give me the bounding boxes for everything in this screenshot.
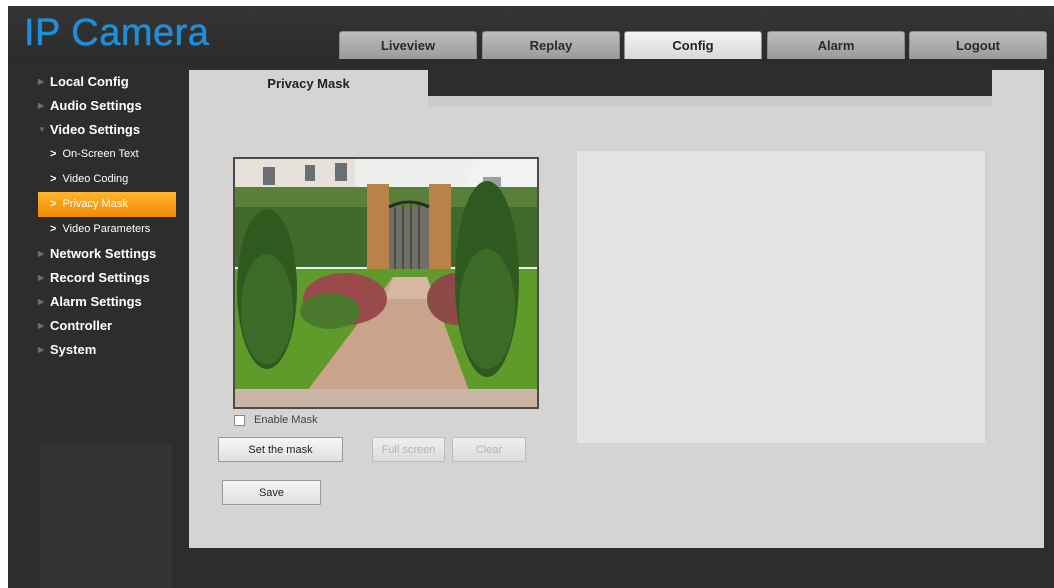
sidebar-item-label: Audio Settings [50, 98, 142, 113]
chevron-right-icon: > [50, 223, 57, 235]
tab-logout[interactable]: Logout [909, 31, 1047, 59]
tab-config[interactable]: Config [624, 31, 762, 59]
sidebar-bottom-panel [40, 444, 172, 588]
content-tab-strip-end [992, 70, 1044, 96]
sidebar-item-record-settings[interactable]: ▶ Record Settings [8, 266, 188, 290]
sidebar-subitem-label: On-Screen Text [62, 148, 139, 160]
enable-mask-row: Enable Mask [234, 414, 318, 426]
triangle-right-icon: ▶ [38, 345, 45, 354]
tab-alarm[interactable]: Alarm [767, 31, 905, 59]
tab-privacy-mask[interactable]: Privacy Mask [189, 70, 428, 96]
chevron-right-icon: > [50, 173, 57, 185]
triangle-right-icon: ▶ [38, 77, 45, 86]
content-panel: Privacy Mask Enable Mask Set the mask Fu… [189, 70, 1044, 548]
sidebar-item-system[interactable]: ▶ System [8, 338, 188, 362]
sidebar: ▶ Local Config ▶ Audio Settings ▼ Video … [8, 70, 188, 362]
header: IP Camera Liveview Replay Config Alarm L… [8, 6, 1054, 61]
sidebar-subitem-video-coding[interactable]: > Video Coding [8, 167, 188, 192]
app-window: IP Camera Liveview Replay Config Alarm L… [8, 6, 1054, 588]
mask-region-panel [577, 151, 985, 443]
camera-scene-image [235, 159, 537, 407]
chevron-right-icon: > [50, 198, 57, 210]
triangle-right-icon: ▶ [38, 321, 45, 330]
enable-mask-checkbox[interactable] [234, 414, 245, 426]
sidebar-item-label: Video Settings [50, 122, 141, 137]
sidebar-subitem-video-parameters[interactable]: > Video Parameters [8, 217, 188, 242]
sidebar-item-local-config[interactable]: ▶ Local Config [8, 70, 188, 94]
chevron-right-icon: > [50, 148, 57, 160]
tab-liveview[interactable]: Liveview [339, 31, 477, 59]
sidebar-item-alarm-settings[interactable]: ▶ Alarm Settings [8, 290, 188, 314]
full-screen-button[interactable]: Full screen [372, 437, 445, 462]
sidebar-item-audio-settings[interactable]: ▶ Audio Settings [8, 94, 188, 118]
video-preview[interactable] [233, 157, 539, 409]
sidebar-item-label: Network Settings [50, 246, 157, 261]
sidebar-item-label: Local Config [50, 74, 129, 89]
enable-mask-label: Enable Mask [254, 414, 318, 426]
sidebar-subitem-label: Video Coding [62, 173, 129, 185]
sidebar-subitem-on-screen-text[interactable]: > On-Screen Text [8, 142, 188, 167]
set-mask-button[interactable]: Set the mask [218, 437, 343, 462]
sidebar-item-label: System [50, 342, 97, 357]
divider [428, 96, 992, 106]
triangle-right-icon: ▶ [38, 273, 45, 282]
sidebar-item-video-settings[interactable]: ▼ Video Settings [8, 118, 188, 142]
save-button[interactable]: Save [222, 480, 321, 505]
content-tab-strip: Privacy Mask [189, 70, 1044, 96]
tab-replay[interactable]: Replay [482, 31, 620, 59]
sidebar-subitem-privacy-mask[interactable]: > Privacy Mask [38, 192, 176, 217]
triangle-down-icon: ▼ [38, 125, 46, 134]
sidebar-item-controller[interactable]: ▶ Controller [8, 314, 188, 338]
triangle-right-icon: ▶ [38, 297, 45, 306]
sidebar-item-label: Record Settings [50, 270, 150, 285]
sidebar-item-label: Alarm Settings [50, 294, 142, 309]
triangle-right-icon: ▶ [38, 249, 45, 258]
sidebar-subitem-label: Privacy Mask [62, 198, 128, 210]
triangle-right-icon: ▶ [38, 101, 45, 110]
app-logo: IP Camera [24, 12, 210, 54]
clear-button[interactable]: Clear [452, 437, 526, 462]
sidebar-item-label: Controller [50, 318, 113, 333]
sidebar-subitem-label: Video Parameters [62, 223, 151, 235]
sidebar-item-network-settings[interactable]: ▶ Network Settings [8, 242, 188, 266]
